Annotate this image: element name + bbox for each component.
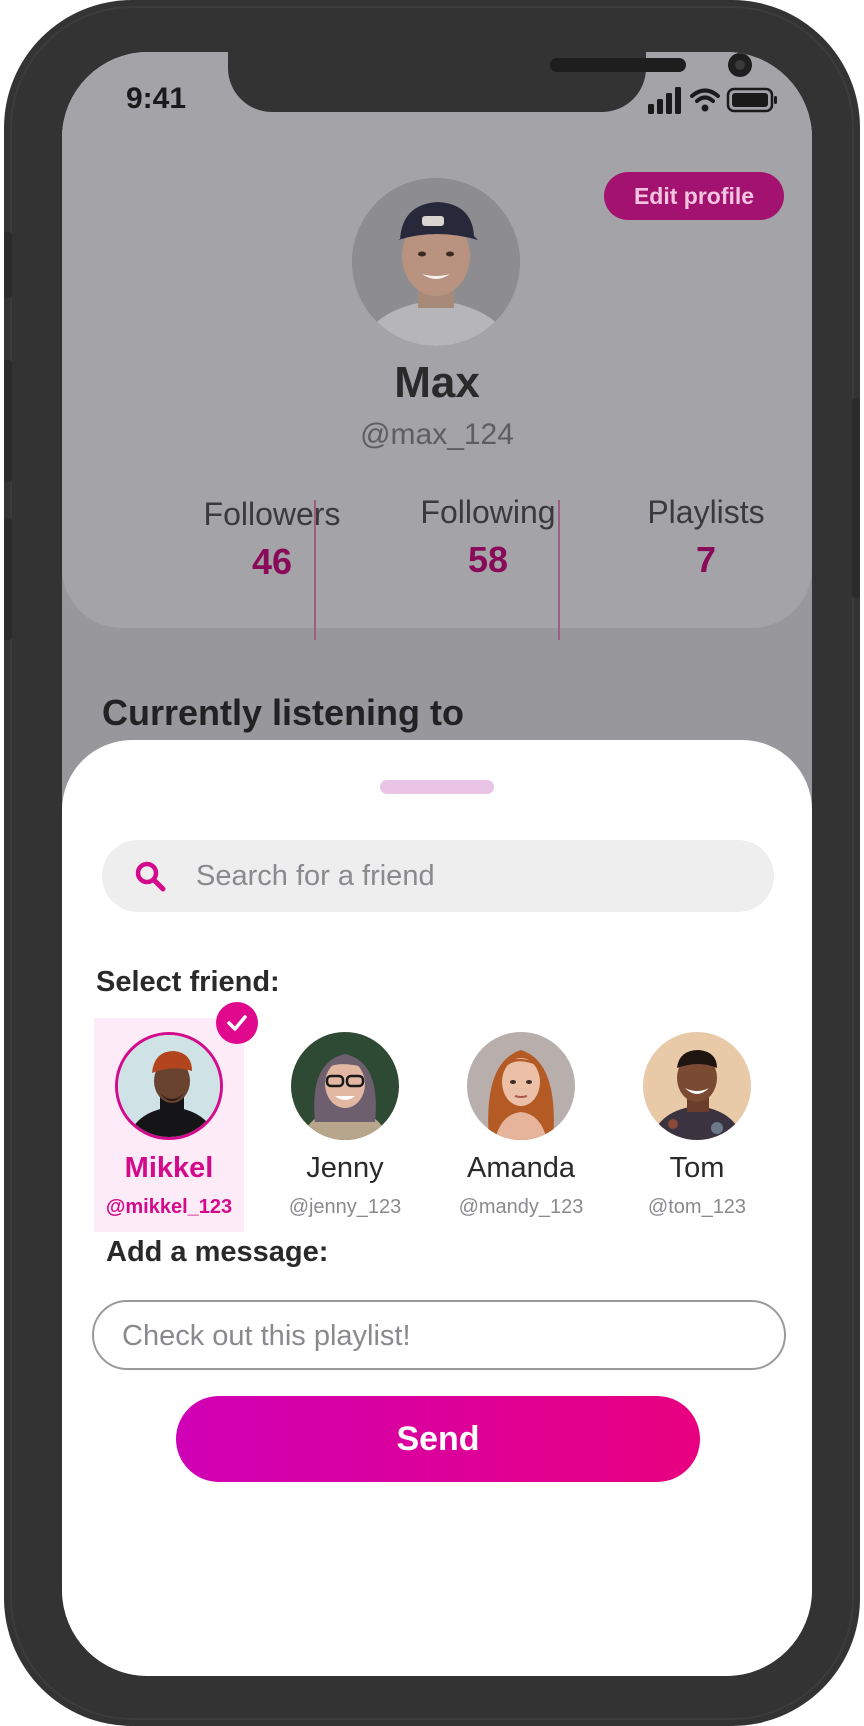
send-button[interactable]: Send	[176, 1396, 700, 1482]
profile-photo-icon	[352, 178, 520, 346]
friend-handle: @mandy_123	[458, 1196, 584, 1218]
volume-down-button	[4, 518, 12, 640]
friend-handle: @mikkel_123	[105, 1196, 233, 1218]
friend-name: Jenny	[306, 1152, 384, 1184]
message-label: Add a message:	[106, 1236, 329, 1268]
profile-avatar[interactable]	[352, 178, 520, 346]
speaker	[550, 58, 686, 72]
signal-wifi-battery-icon	[648, 87, 777, 114]
avatar	[291, 1032, 399, 1140]
avatar	[467, 1032, 575, 1140]
edit-profile-button[interactable]: Edit profile	[604, 172, 784, 220]
sheet-grabber[interactable]	[380, 780, 494, 794]
stat-label: Following	[420, 494, 556, 530]
profile-name: Max	[394, 358, 480, 407]
friend-item-jenny[interactable]: Jenny @jenny_123	[270, 1018, 420, 1232]
friend-item-mikkel[interactable]: Mikkel @mikkel_123	[94, 1018, 244, 1232]
friend-name: Amanda	[466, 1152, 575, 1184]
dimmed-background: 9:41 Edit profile Max @max_124 Followers…	[62, 52, 812, 852]
stat-value: 58	[467, 539, 509, 580]
status-time: 9:41	[126, 82, 187, 115]
front-camera	[728, 53, 752, 77]
stat-followers[interactable]: Followers 46	[162, 496, 382, 583]
stat-following[interactable]: Following 58	[378, 494, 598, 581]
stat-divider	[558, 500, 560, 640]
phone-frame: 9:41 Edit profile Max @max_124 Followers…	[4, 0, 860, 1726]
volume-up-button	[4, 360, 12, 482]
stat-label: Playlists	[647, 494, 765, 530]
avatar	[643, 1032, 751, 1140]
share-sheet: Search for a friend Select friend: Mikke…	[62, 740, 812, 1676]
person-photo-icon	[643, 1032, 751, 1140]
friend-item-amanda[interactable]: Amanda @mandy_123	[446, 1018, 596, 1232]
person-photo-icon	[467, 1032, 575, 1140]
friend-item-tom[interactable]: Tom @tom_123	[622, 1018, 772, 1232]
friend-handle: @tom_123	[647, 1196, 747, 1218]
stat-value: 7	[695, 539, 717, 580]
mute-switch	[4, 232, 12, 298]
power-button	[852, 398, 860, 598]
message-input[interactable]: Check out this playlist!	[92, 1300, 786, 1370]
profile-handle: @max_124	[360, 418, 514, 451]
status-icons	[648, 86, 788, 114]
profile-card: 9:41 Edit profile Max @max_124 Followers…	[62, 52, 812, 640]
stat-divider	[314, 500, 316, 640]
select-friend-label: Select friend:	[96, 966, 280, 998]
friend-name: Mikkel	[124, 1152, 214, 1184]
phone-screen: 9:41 Edit profile Max @max_124 Followers…	[62, 52, 812, 1676]
stat-value: 46	[251, 541, 293, 582]
friend-handle: @jenny_123	[288, 1196, 402, 1218]
message-placeholder: Check out this playlist!	[122, 1320, 411, 1352]
notch	[228, 52, 752, 112]
avatar	[115, 1032, 223, 1140]
stat-label: Followers	[203, 496, 341, 532]
person-photo-icon	[118, 1035, 220, 1137]
stat-playlists[interactable]: Playlists 7	[596, 494, 812, 581]
check-icon	[216, 1002, 258, 1044]
search-icon	[134, 860, 166, 892]
search-input[interactable]: Search for a friend	[102, 840, 774, 912]
person-photo-icon	[291, 1032, 399, 1140]
section-title: Currently listening to	[102, 692, 465, 733]
friend-name: Tom	[669, 1152, 725, 1184]
search-placeholder: Search for a friend	[196, 860, 435, 892]
